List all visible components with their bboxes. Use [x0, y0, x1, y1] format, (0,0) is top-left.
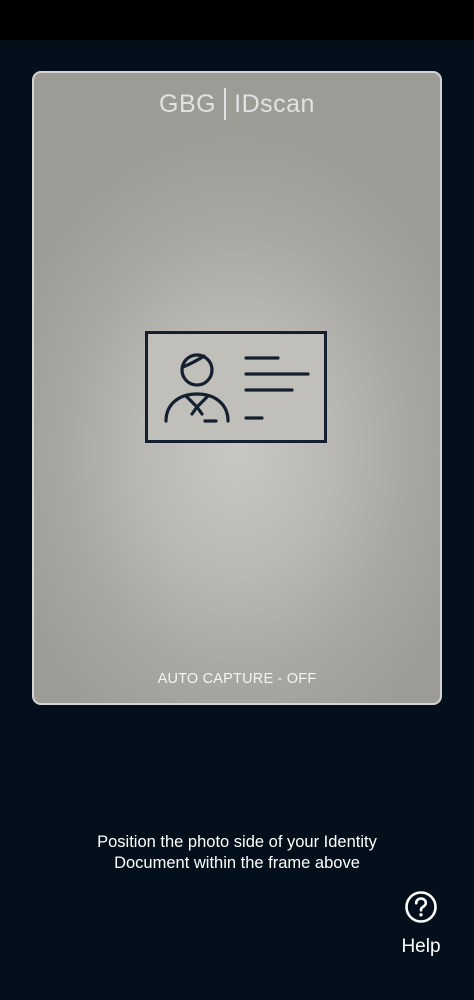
logo-gbg-text: GBG [159, 89, 217, 118]
logo-divider [224, 88, 227, 120]
camera-frame: GBG IDscan AUTO CAPTURE - OFF [32, 71, 442, 705]
capture-instructions: Position the photo side of your Identity… [0, 832, 474, 874]
question-circle-icon[interactable] [404, 890, 438, 924]
instructions-line-1: Position the photo side of your Identity [97, 833, 377, 851]
instructions-line-2: Document within the frame above [114, 854, 360, 872]
gbg-idscan-logo: GBG IDscan [34, 88, 440, 120]
help-label[interactable]: Help [392, 936, 450, 958]
auto-capture-status: AUTO CAPTURE - OFF [157, 671, 317, 687]
id-card-icon [145, 331, 327, 443]
help-button[interactable]: Help [392, 890, 450, 958]
logo-idscan-text: IDscan [234, 89, 315, 118]
status-bar [0, 0, 474, 40]
